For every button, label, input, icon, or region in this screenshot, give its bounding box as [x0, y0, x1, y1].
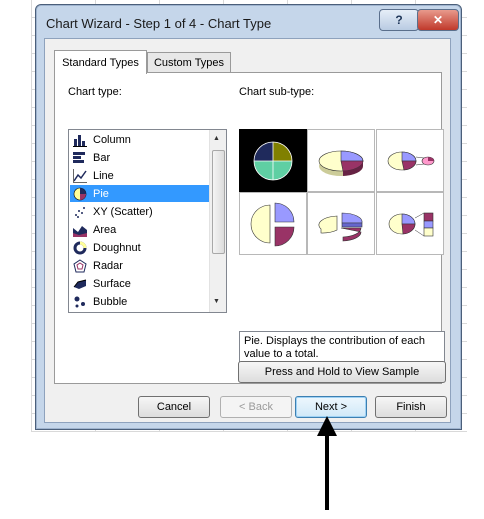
list-item-pie[interactable]: Pie: [70, 185, 210, 202]
tab-panel: Chart type: Chart sub-type: Column Bar L…: [54, 72, 445, 384]
button-label: < Back: [239, 401, 273, 413]
list-item-label: Radar: [93, 259, 123, 272]
pie-of-pie-subtype-icon: [387, 151, 435, 170]
list-item-area[interactable]: Area: [70, 221, 210, 238]
list-item-label: Column: [93, 133, 131, 146]
button-label: Next >: [314, 401, 348, 413]
list-item-line[interactable]: Line: [70, 167, 210, 184]
subtype-exploded-pie-3d[interactable]: [307, 192, 375, 255]
list-item-radar[interactable]: Radar: [70, 257, 210, 274]
tab-custom-types[interactable]: Custom Types: [147, 52, 231, 73]
chart-wizard-window: Chart Wizard - Step 1 of 4 - Chart Type …: [35, 4, 462, 430]
bar-of-pie-subtype-icon: [388, 212, 434, 236]
cancel-button[interactable]: Cancel: [138, 396, 210, 418]
exploded-pie-3d-subtype-icon: [318, 212, 363, 241]
window-title: Chart Wizard - Step 1 of 4 - Chart Type: [46, 16, 272, 31]
close-icon: ✕: [432, 13, 444, 27]
help-button[interactable]: ?: [379, 9, 419, 31]
chart-subtype-grid: [239, 129, 445, 256]
next-button[interactable]: Next >: [295, 396, 367, 418]
tab-label: Custom Types: [153, 57, 225, 69]
list-item-bubble[interactable]: Bubble: [70, 293, 210, 310]
list-item-column[interactable]: Column: [70, 131, 210, 148]
back-button[interactable]: < Back: [220, 396, 292, 418]
list-item-surface[interactable]: Surface: [70, 275, 210, 292]
subtype-exploded-pie[interactable]: [239, 192, 307, 255]
subtype-pie[interactable]: [239, 129, 307, 192]
list-item-label: XY (Scatter): [93, 205, 153, 218]
doughnut-chart-icon: [73, 241, 87, 255]
button-label: Press and Hold to View Sample: [264, 366, 420, 378]
dialog-body: Standard Types Custom Types Chart type: …: [44, 38, 451, 423]
bar-chart-icon: [73, 151, 87, 165]
tab-label: Standard Types: [62, 56, 139, 69]
finish-button[interactable]: Finish: [375, 396, 447, 418]
list-scrollbar[interactable]: ▲ ▼: [209, 130, 226, 312]
radar-chart-icon: [73, 258, 87, 273]
line-chart-icon: [73, 168, 87, 183]
list-item-label: Bar: [93, 151, 111, 164]
subtype-pie-of-pie[interactable]: [376, 129, 444, 192]
pie-chart-icon: [73, 187, 87, 201]
help-icon: ?: [395, 13, 403, 27]
list-item-label: Line: [93, 169, 114, 182]
scroll-thumb[interactable]: [212, 150, 225, 254]
subtype-pie-3d[interactable]: [307, 129, 375, 192]
area-chart-icon: [73, 223, 87, 237]
button-label: Cancel: [156, 401, 192, 413]
exploded-pie-subtype-icon: [250, 202, 295, 246]
list-item-label: Doughnut: [93, 241, 141, 254]
scatter-chart-icon: [73, 205, 87, 219]
surface-chart-icon: [73, 277, 87, 291]
column-chart-icon: [73, 133, 87, 147]
scroll-up-icon[interactable]: ▲: [213, 135, 220, 142]
subtype-bar-of-pie[interactable]: [376, 192, 444, 255]
close-button[interactable]: ✕: [417, 9, 459, 31]
scroll-down-icon[interactable]: ▼: [213, 298, 220, 305]
list-item-label: Area: [93, 223, 117, 236]
button-label: Finish: [396, 401, 426, 413]
title-bar[interactable]: Chart Wizard - Step 1 of 4 - Chart Type …: [36, 5, 461, 39]
pie-subtype-icon: [253, 141, 293, 180]
pointer-arrow-shaft: [325, 432, 329, 510]
bubble-chart-icon: [73, 295, 87, 309]
view-sample-button[interactable]: Press and Hold to View Sample: [238, 361, 446, 383]
pie-3d-subtype-icon: [318, 150, 364, 176]
chart-type-list[interactable]: Column Bar Line Pie XY (Scatter) Area Do…: [68, 129, 227, 313]
list-item-label: Surface: [93, 277, 131, 290]
list-item-bar[interactable]: Bar: [70, 149, 210, 166]
tab-standard-types[interactable]: Standard Types: [54, 50, 147, 74]
list-item-scatter[interactable]: XY (Scatter): [70, 203, 210, 220]
chart-subtype-label: Chart sub-type:: [239, 86, 315, 98]
list-item-label: Bubble: [93, 295, 128, 308]
list-item-label: Pie: [93, 187, 109, 200]
chart-type-label: Chart type:: [68, 86, 122, 98]
list-item-doughnut[interactable]: Doughnut: [70, 239, 210, 256]
